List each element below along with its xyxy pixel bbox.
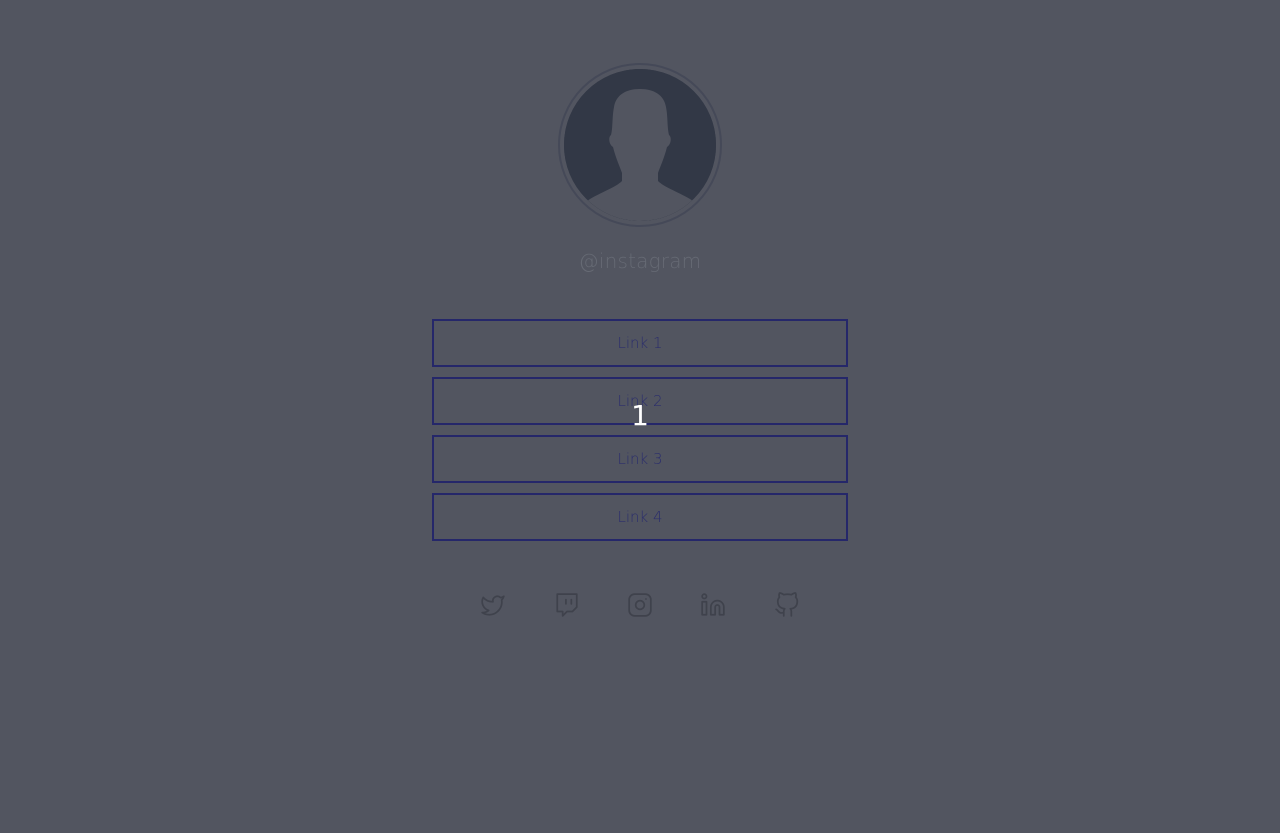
links-list: Link 1 Link 2 Link 3 Link 4 xyxy=(432,319,848,551)
link-button-4[interactable]: Link 4 xyxy=(432,493,848,541)
github-icon[interactable] xyxy=(773,591,801,619)
twitch-icon[interactable] xyxy=(553,591,581,619)
twitter-icon[interactable] xyxy=(479,591,507,619)
avatar xyxy=(558,63,722,227)
linkedin-icon[interactable] xyxy=(699,591,727,619)
social-links xyxy=(0,591,1280,619)
username-label: @instagram xyxy=(578,249,702,273)
link-button-1[interactable]: Link 1 xyxy=(432,319,848,367)
profile-page: @instagram Link 1 Link 2 Link 3 Link 4 1 xyxy=(0,0,1280,833)
link-button-3[interactable]: Link 3 xyxy=(432,435,848,483)
user-silhouette-icon xyxy=(564,69,716,221)
instagram-icon[interactable] xyxy=(626,591,654,619)
link-button-2[interactable]: Link 2 xyxy=(432,377,848,425)
